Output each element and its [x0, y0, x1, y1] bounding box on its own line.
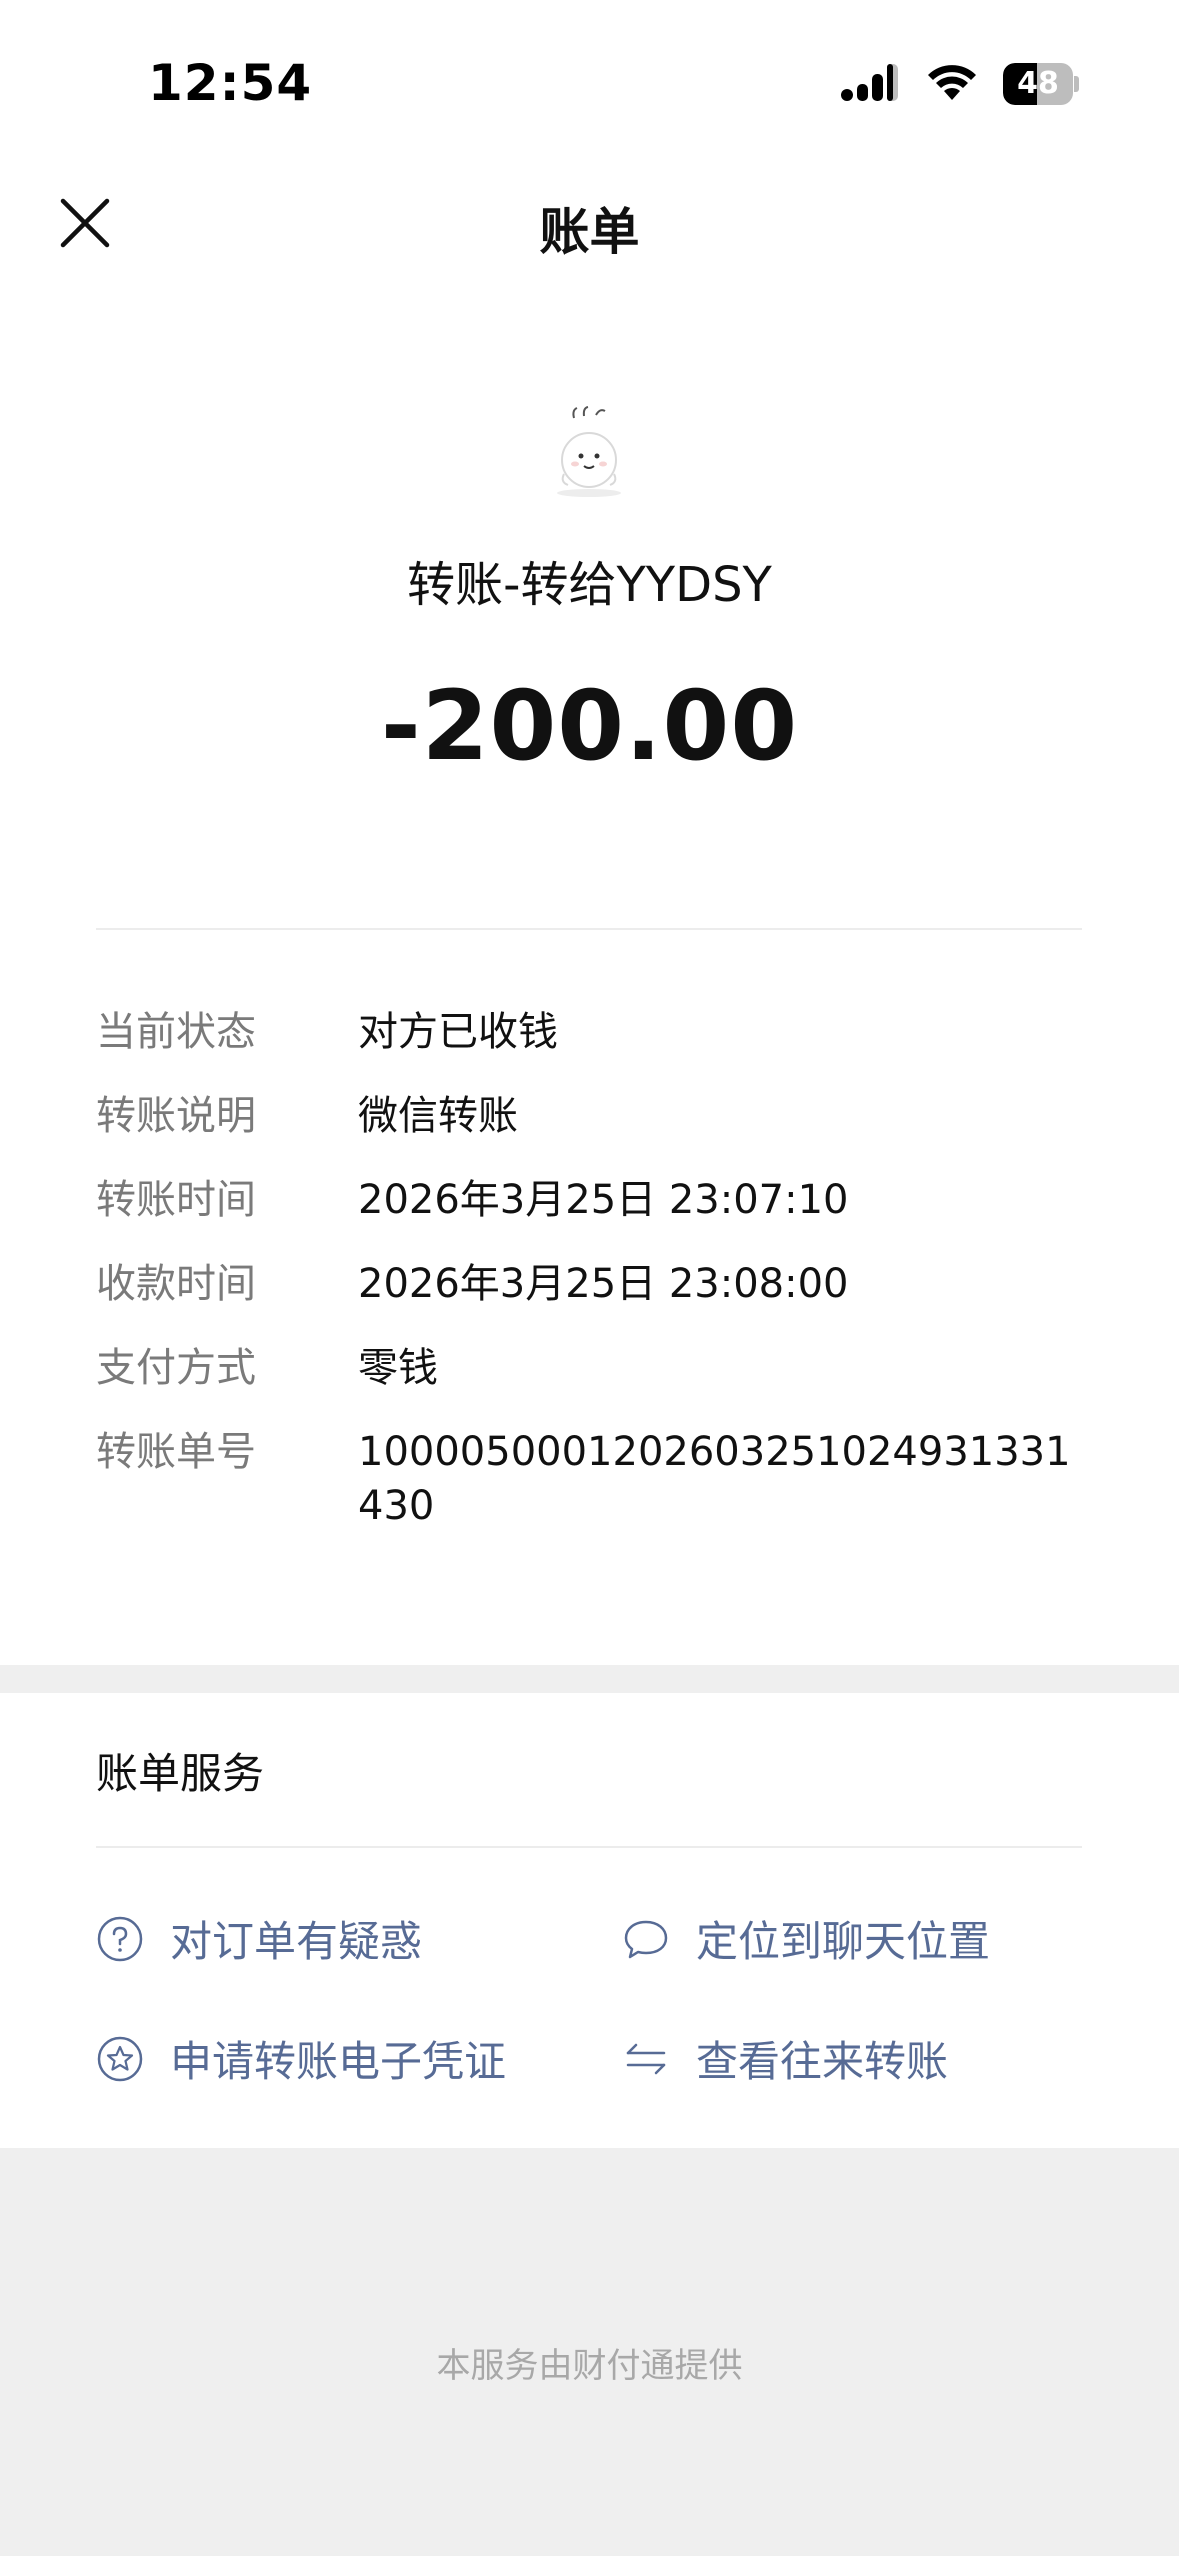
status-icons: 48 — [841, 62, 1079, 106]
provider-notice: 本服务由财付通提供 — [436, 2346, 743, 2386]
detail-value: 零钱 — [358, 1345, 438, 1391]
nav-bar: 账单 — [0, 170, 1179, 280]
detail-value: 2026年3月25日 23:07:10 — [358, 1177, 849, 1223]
transfer-certificate-link[interactable]: 申请转账电子凭证 — [96, 2028, 506, 2089]
chat-bubble-icon — [622, 1915, 670, 1963]
detail-label: 转账单号 — [96, 1429, 256, 1475]
service-label: 申请转账电子凭证 — [170, 2037, 507, 2086]
status-bar: 12:54 48 — [0, 0, 1179, 160]
detail-row-status: 当前状态 对方已收钱 — [96, 1005, 1082, 1059]
detail-label: 收款时间 — [96, 1261, 256, 1307]
page-title: 账单 — [539, 203, 640, 261]
detail-row-transfer-time: 转账时间 2026年3月25日 23:07:10 — [96, 1173, 1082, 1227]
cellular-signal-icon — [841, 62, 901, 106]
services-title: 账单服务 — [96, 1749, 265, 1798]
transfer-history-link[interactable]: 查看往来转账 — [622, 2028, 948, 2089]
detail-row-payment-method: 支付方式 零钱 — [96, 1341, 1082, 1395]
divider — [96, 1846, 1082, 1848]
locate-chat-link[interactable]: 定位到聊天位置 — [622, 1908, 990, 1969]
transfer-amount: -200.00 — [380, 670, 799, 782]
avatar — [544, 390, 634, 500]
detail-value: 2026年3月25日 23:08:00 — [358, 1261, 849, 1307]
detail-row-transfer-number: 转账单号 100005000120260325102493133143​0 — [96, 1425, 1082, 1533]
detail-value[interactable]: 100005000120260325102493133143​0 — [358, 1425, 1082, 1533]
detail-row-receive-time: 收款时间 2026年3月25日 23:08:00 — [96, 1257, 1082, 1311]
detail-label: 转账时间 — [96, 1177, 256, 1223]
service-label: 定位到聊天位置 — [696, 1917, 991, 1966]
status-time: 12:54 — [148, 54, 313, 112]
service-label: 查看往来转账 — [696, 2037, 949, 2086]
divider — [96, 928, 1082, 930]
bill-details: 当前状态 对方已收钱 转账说明 微信转账 转账时间 2026年3月25日 23:… — [96, 1005, 1082, 1563]
detail-value: 微信转账 — [358, 1093, 518, 1139]
battery-percentage: 48 — [1017, 66, 1059, 101]
wifi-icon — [925, 62, 979, 106]
detail-label: 支付方式 — [96, 1345, 256, 1391]
section-separator — [0, 1665, 1179, 1693]
service-label: 对订单有疑惑 — [170, 1917, 423, 1966]
detail-value: 对方已收钱 — [358, 1009, 558, 1055]
detail-label: 转账说明 — [96, 1093, 256, 1139]
question-circle-icon — [96, 1915, 144, 1963]
order-question-link[interactable]: 对订单有疑惑 — [96, 1908, 422, 1969]
detail-row-description: 转账说明 微信转账 — [96, 1089, 1082, 1143]
star-badge-icon — [96, 2035, 144, 2083]
battery-icon: 48 — [1003, 63, 1079, 105]
transfer-arrows-icon — [622, 2035, 670, 2083]
detail-label: 当前状态 — [96, 1009, 256, 1055]
footer: 本服务由财付通提供 — [0, 2148, 1179, 2556]
transfer-title: 转账-转给YYDSY — [407, 557, 772, 613]
